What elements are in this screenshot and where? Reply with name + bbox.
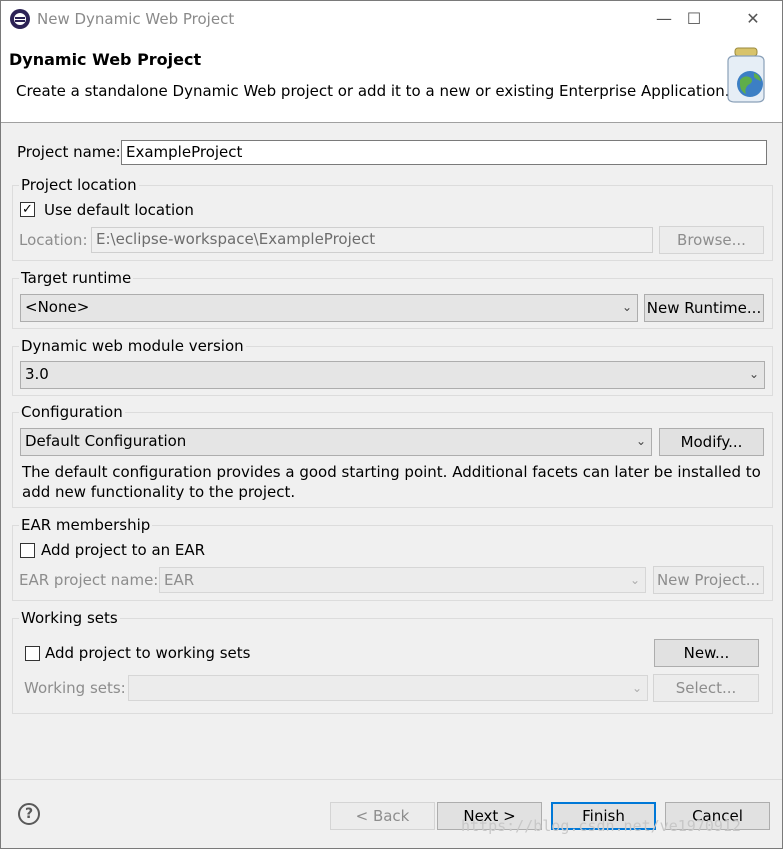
configuration-description-line1: The default configuration provides a goo… <box>22 463 761 481</box>
working-sets-title: Working sets <box>19 609 120 627</box>
ear-project-name-value: EAR <box>164 571 195 589</box>
project-name-label: Project name: <box>17 143 121 161</box>
browse-button: Browse... <box>659 226 764 254</box>
target-runtime-value: <None> <box>25 298 90 316</box>
new-working-set-button[interactable]: New... <box>654 639 759 667</box>
location-input: E:\eclipse-workspace\ExampleProject <box>91 227 653 253</box>
add-to-ear-label: Add project to an EAR <box>41 541 206 559</box>
use-default-location-checkbox[interactable]: ✓ <box>20 202 35 217</box>
page-title: Dynamic Web Project <box>9 50 202 69</box>
select-working-sets-button: Select... <box>653 674 759 702</box>
footer-divider <box>1 779 782 780</box>
help-icon[interactable]: ? <box>18 803 40 825</box>
back-button: < Back <box>330 802 435 830</box>
web-project-jar-icon <box>727 47 765 103</box>
chevron-down-icon: ⌄ <box>748 367 759 381</box>
ear-project-name-select: EAR ⌄ <box>159 567 646 593</box>
use-default-location-label: Use default location <box>44 201 194 219</box>
working-sets-select: ⌄ <box>128 675 648 701</box>
maximize-icon[interactable]: ☐ <box>671 1 717 39</box>
eclipse-icon <box>10 9 30 29</box>
chevron-down-icon: ⌄ <box>635 434 646 448</box>
add-to-ear-checkbox[interactable] <box>20 543 35 558</box>
close-icon[interactable]: ✕ <box>730 1 776 39</box>
title-bar: New Dynamic Web Project — ☐ ✕ <box>1 1 782 39</box>
ear-membership-title: EAR membership <box>19 516 153 534</box>
window-title: New Dynamic Web Project <box>37 10 235 28</box>
configuration-description-line2: add new functionality to the project. <box>22 483 296 501</box>
working-sets-label: Working sets: <box>24 679 126 697</box>
watermark: https://blog.csdn.net/ve1970912 <box>461 817 741 835</box>
project-name-input[interactable]: ExampleProject <box>121 140 767 165</box>
configuration-select[interactable]: Default Configuration ⌄ <box>20 428 652 456</box>
module-version-select[interactable]: 3.0 ⌄ <box>20 361 765 389</box>
dialog-window: New Dynamic Web Project — ☐ ✕ Dynamic We… <box>0 0 783 849</box>
module-version-value: 3.0 <box>25 365 49 383</box>
chevron-down-icon: ⌄ <box>621 300 632 314</box>
add-to-working-sets-label: Add project to working sets <box>45 644 251 662</box>
wizard-banner: Dynamic Web Project Create a standalone … <box>1 39 782 123</box>
target-runtime-select[interactable]: <None> ⌄ <box>20 294 638 322</box>
location-label: Location: <box>19 231 88 249</box>
project-location-title: Project location <box>19 176 139 194</box>
add-to-working-sets-checkbox[interactable] <box>25 646 40 661</box>
page-description: Create a standalone Dynamic Web project … <box>16 82 730 100</box>
new-runtime-button[interactable]: New Runtime... <box>644 294 764 322</box>
target-runtime-title: Target runtime <box>19 269 134 287</box>
new-ear-project-button: New Project... <box>653 566 764 594</box>
ear-project-name-label: EAR project name: <box>19 571 159 589</box>
modify-button[interactable]: Modify... <box>659 428 764 456</box>
configuration-title: Configuration <box>19 403 125 421</box>
chevron-down-icon: ⌄ <box>629 573 640 587</box>
chevron-down-icon: ⌄ <box>631 681 642 695</box>
configuration-value: Default Configuration <box>25 432 187 450</box>
module-version-title: Dynamic web module version <box>19 337 246 355</box>
